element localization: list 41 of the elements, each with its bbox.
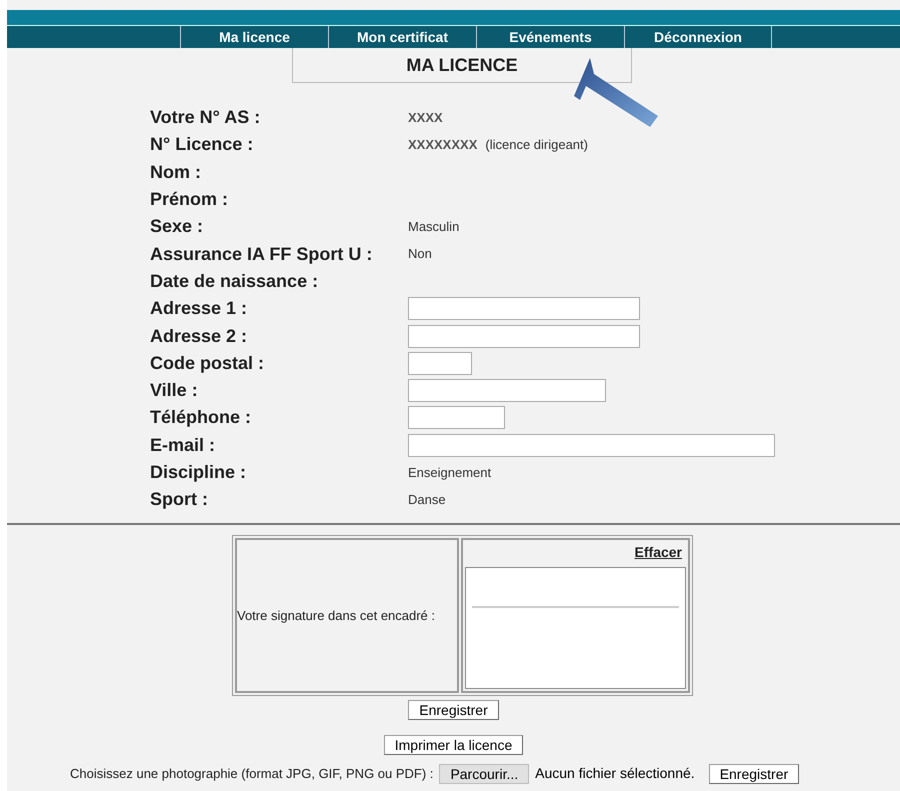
field-value: XXXX	[408, 108, 443, 127]
field-label: Nom :	[150, 160, 202, 184]
field-value: Non	[408, 245, 432, 264]
field-label: Votre N° AS :	[150, 106, 262, 130]
licence-type: (licence dirigeant)	[485, 136, 588, 154]
field-value: Masculin	[408, 218, 460, 236]
input-field[interactable]	[408, 352, 472, 375]
field-label: Sexe :	[150, 215, 204, 238]
file-status: Aucun fichier sélectionné.	[535, 764, 695, 784]
field-value: Danse	[408, 491, 446, 510]
input-field[interactable]	[408, 324, 640, 348]
field-label: Adresse 1 :	[150, 297, 248, 320]
field-label: Sport :	[150, 488, 209, 512]
field-label: Discipline :	[150, 461, 248, 484]
signature-pad[interactable]	[465, 567, 686, 690]
field-label: Adresse 2 :	[150, 324, 248, 348]
input-field[interactable]	[408, 297, 640, 320]
field-label: Date de naissance :	[150, 270, 320, 293]
photo-label: Choisissez une photographie (format JPG, GIF, PNG ou PDF) :	[70, 765, 434, 784]
nav-tab[interactable]: Ma licence	[180, 26, 328, 48]
nav-tab[interactable]: Déconnexion	[624, 26, 772, 48]
input-field[interactable]	[408, 434, 775, 457]
field-label: N° Licence :	[150, 133, 254, 156]
field-label: Assurance IA FF Sport U :	[150, 242, 374, 266]
field-label: E-mail :	[150, 434, 216, 457]
field-label: Téléphone :	[150, 406, 252, 430]
save-button[interactable]: Enregistrer	[708, 764, 800, 784]
nav-tab[interactable]: Evénements	[476, 26, 624, 48]
field-label: Code postal :	[150, 352, 266, 375]
signature-prompt: Votre signature dans cet encadré :	[237, 607, 436, 626]
field-value: XXXXXXXX	[408, 136, 478, 154]
save-button[interactable]: Enregistrer	[408, 700, 499, 720]
print-button[interactable]: Imprimer la licence	[384, 735, 524, 756]
field-label: Ville :	[150, 379, 199, 402]
nav-tab[interactable]: Mon certificat	[328, 26, 476, 48]
clear-link[interactable]: Effacer	[634, 540, 688, 566]
field-label: Prénom :	[150, 188, 230, 212]
browse-button[interactable]: Parcourir...	[439, 764, 530, 784]
field-value: Enseignement	[408, 464, 492, 482]
input-field[interactable]	[408, 406, 505, 430]
input-field[interactable]	[408, 379, 606, 402]
